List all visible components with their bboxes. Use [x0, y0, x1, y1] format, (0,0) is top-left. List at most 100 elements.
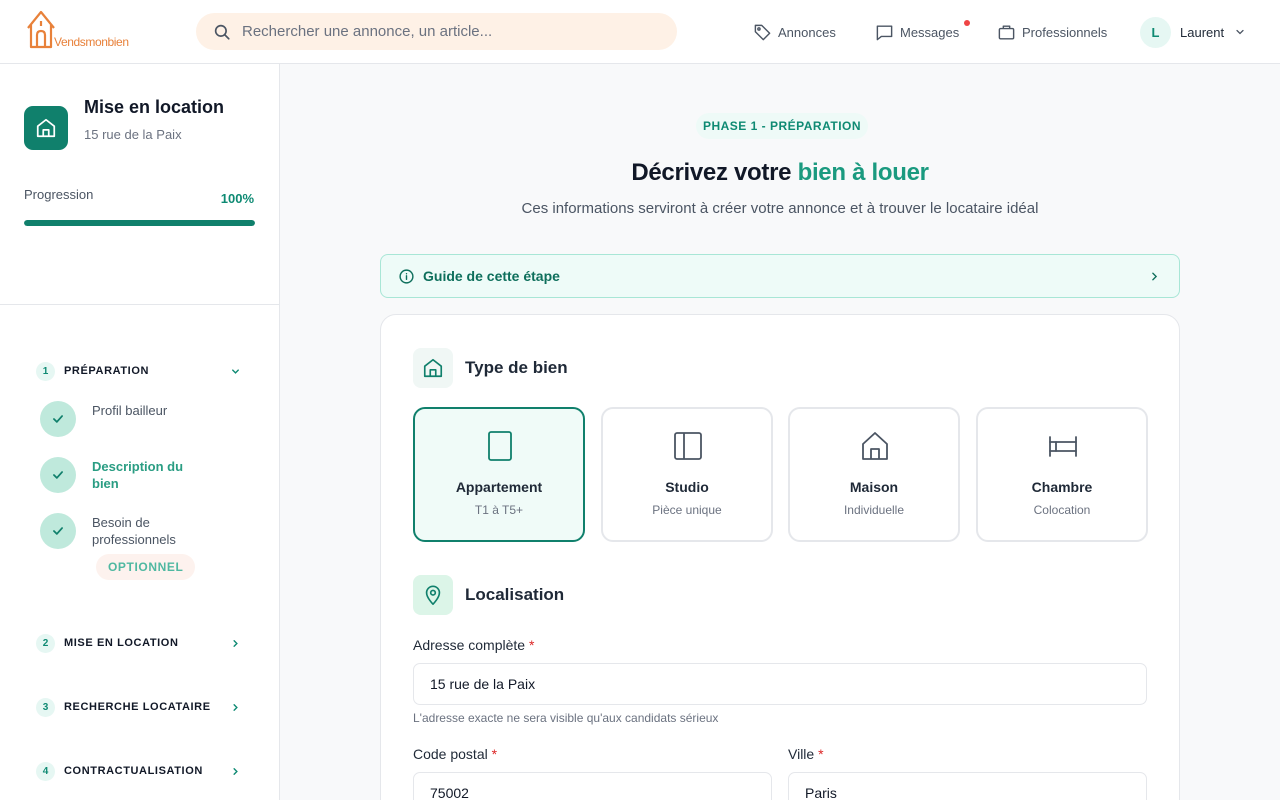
tag-icon	[754, 24, 771, 40]
optional-badge: OPTIONNEL	[96, 554, 196, 580]
step-besoin-de-professionnels[interactable]: Besoin de professionnels OPTIONNEL	[40, 513, 250, 583]
phase-number: 1	[36, 361, 55, 381]
page-title-accent: bien à louer	[797, 159, 929, 186]
progress-bar	[24, 220, 255, 226]
postal-code-label: Code postal *	[413, 746, 497, 762]
home-icon	[423, 358, 443, 378]
type-option-sub: Colocation	[1033, 503, 1091, 517]
address-label: Adresse complète *	[413, 637, 534, 653]
property-form-card: Type de bien Appartement T1 à T5+ Studio…	[380, 314, 1180, 800]
page-title-prefix: Décrivez votre	[631, 159, 798, 186]
type-option-sub: T1 à T5+	[474, 503, 524, 517]
briefcase-icon	[998, 24, 1015, 40]
location-section-icon	[413, 575, 453, 615]
project-title: Mise en location	[84, 97, 225, 117]
step-profil-bailleur[interactable]: Profil bailleur	[40, 401, 250, 441]
phase-label: CONTRACTUALISATION	[64, 765, 203, 777]
type-option-name: Maison	[849, 479, 899, 495]
top-header: Vendsmonbien Annonces Messages Professio…	[0, 0, 1280, 64]
step-check	[40, 457, 76, 493]
location-section-title: Localisation	[465, 585, 565, 604]
home-icon	[36, 118, 56, 138]
phase-contractualisation[interactable]: 4 CONTRACTUALISATION	[36, 761, 246, 781]
required-mark: *	[491, 746, 498, 762]
avatar: L	[1140, 16, 1171, 48]
step-label: Description du bien	[92, 459, 184, 491]
address-label-text: Adresse complète	[413, 637, 526, 653]
progress-label: Progression	[24, 187, 94, 202]
step-description-du-bien[interactable]: Description du bien	[40, 457, 250, 497]
step-label: Besoin de professionnels	[92, 515, 176, 547]
chevron-right-icon	[233, 640, 238, 647]
search-bar[interactable]	[196, 13, 677, 50]
search-icon	[214, 24, 230, 40]
phase-recherche-locataire[interactable]: 3 RECHERCHE LOCATAIRE	[36, 697, 246, 717]
chevron-down-icon	[232, 369, 239, 374]
required-mark: *	[818, 746, 824, 762]
nav-professionnels[interactable]: Professionnels	[997, 20, 1107, 44]
phase-tag: PHASE 1 - PRÉPARATION	[696, 113, 868, 139]
type-option-name: Studio	[665, 479, 709, 495]
phase-number: 2	[36, 633, 55, 653]
user-name: Laurent	[1180, 24, 1225, 40]
type-section-icon	[413, 348, 453, 388]
type-option-sub: Individuelle	[843, 503, 905, 517]
panel-icon	[674, 432, 702, 460]
chevron-right-icon	[233, 768, 238, 775]
check-icon	[53, 415, 63, 423]
unread-dot	[964, 20, 970, 26]
type-option-name: Appartement	[455, 479, 543, 495]
phase-label: MISE EN LOCATION	[64, 637, 179, 649]
phase-label: PRÉPARATION	[64, 365, 150, 377]
nav-professionnels-label: Professionnels	[1022, 24, 1108, 40]
type-option-appartement[interactable]: Appartement T1 à T5+	[413, 407, 585, 542]
required-mark: *	[528, 637, 535, 653]
type-section-title: Type de bien	[465, 358, 568, 377]
type-option-maison[interactable]: Maison Individuelle	[788, 407, 960, 542]
chevron-down-icon	[1236, 29, 1244, 35]
progress-value: 100%	[220, 191, 254, 206]
project-icon	[24, 106, 68, 150]
type-option-name: Chambre	[1031, 479, 1093, 495]
house-icon	[862, 432, 888, 460]
step-check	[40, 401, 76, 437]
nav-annonces[interactable]: Annonces	[753, 20, 836, 44]
phase-label: RECHERCHE LOCATAIRE	[64, 701, 211, 713]
postal-code-label-text: Code postal	[413, 746, 488, 762]
chevron-right-icon	[1152, 272, 1158, 281]
address-helper: L'adresse exacte ne sera visible qu'aux …	[413, 711, 719, 725]
logo[interactable]: Vendsmonbien	[25, 9, 137, 51]
city-label: Ville *	[788, 746, 824, 762]
page-subtitle: Ces informations serviront à créer votre…	[521, 200, 1039, 217]
sidebar: Mise en location 15 rue de la Paix Progr…	[0, 64, 280, 800]
step-guide-banner[interactable]: Guide de cette étape	[380, 254, 1180, 298]
nav-messages[interactable]: Messages	[875, 20, 970, 44]
guide-label: Guide de cette étape	[423, 268, 560, 284]
check-icon	[53, 527, 63, 535]
nav-messages-label: Messages	[900, 24, 960, 40]
city-label-text: Ville	[788, 746, 815, 762]
rectangle-icon	[488, 431, 512, 461]
info-icon	[399, 269, 414, 284]
check-icon	[53, 471, 63, 479]
postal-code-input[interactable]	[413, 772, 772, 800]
nav-annonces-label: Annonces	[778, 24, 836, 40]
phase-preparation[interactable]: 1 PRÉPARATION	[36, 361, 246, 381]
project-address: 15 rue de la Paix	[84, 127, 182, 142]
phase-number: 4	[36, 761, 55, 781]
type-option-studio[interactable]: Studio Pièce unique	[601, 407, 773, 542]
phase-number: 3	[36, 697, 55, 717]
type-option-chambre[interactable]: Chambre Colocation	[976, 407, 1148, 542]
message-icon	[876, 24, 893, 40]
step-label: Profil bailleur	[92, 403, 168, 418]
phase-mise-en-location[interactable]: 2 MISE EN LOCATION	[36, 633, 246, 653]
bed-icon	[1049, 436, 1077, 457]
address-input[interactable]	[413, 663, 1147, 705]
logo-text: Vendsmonbien	[54, 35, 129, 49]
type-option-sub: Pièce unique	[652, 503, 722, 517]
user-menu[interactable]: L Laurent	[1140, 16, 1246, 48]
city-input[interactable]	[788, 772, 1147, 800]
map-pin-icon	[425, 585, 441, 605]
progress-bar-fill	[24, 220, 255, 226]
search-input[interactable]	[242, 13, 662, 50]
